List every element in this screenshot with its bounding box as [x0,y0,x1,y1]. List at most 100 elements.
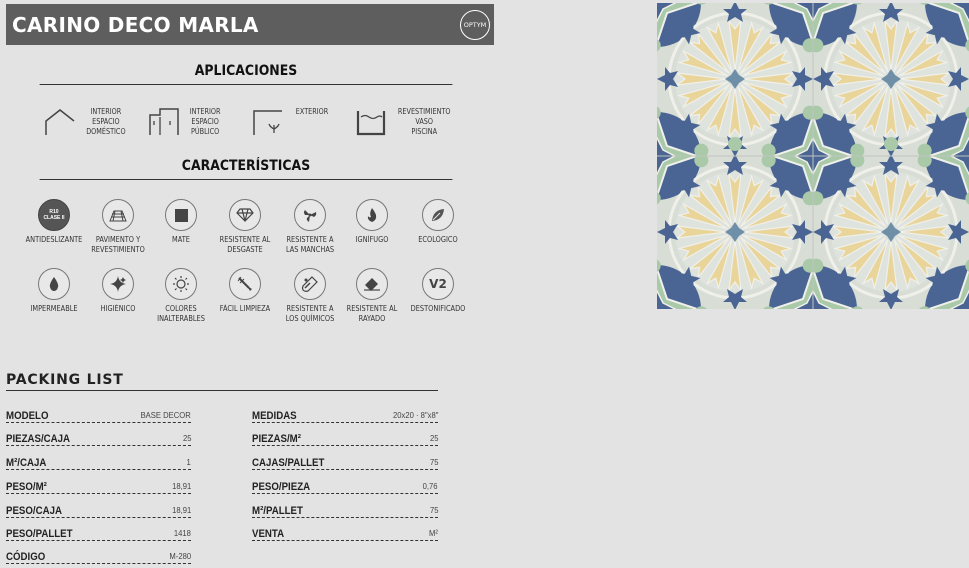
feature-manchas: RESISTENTE A LAS MANCHAS [277,199,343,254]
packing-row: M²/PALLET 75 [252,499,438,518]
packing-value: M-280 [169,551,191,561]
packing-key: VENTA [252,528,285,540]
packing-key: CÓDIGO [6,551,46,563]
feature-quimicos: RESISTENTE A LOS QUÍMICOS [277,268,343,323]
feature-label: FÁCIL LIMPIEZA [219,304,271,313]
feature-label: RESISTENTE AL DESGASTE [219,235,271,254]
feature-ecologico: ECOLÓGICO [405,199,471,245]
feature-label: HIGIÉNICO [100,304,136,313]
building-icon [149,108,179,135]
packing-value: BASE DECOR [140,410,191,420]
feature-antideslizante: R10 CLASE II ANTIDESLIZANTE [21,199,87,245]
packing-row: PESO/PALLET 1418 [6,522,191,541]
app-label: INTERIOR ESPACIO DOMÉSTICO [86,107,126,136]
packing-key: PESO/M² [6,481,47,493]
chemical-icon [294,268,326,300]
pool-icon [356,111,386,136]
packing-row: MODELO BASE DECOR [6,404,191,423]
feature-destonificado: V2 DESTONIFICADO [405,268,471,314]
packing-row: CAJAS/PALLET 75 [252,451,438,470]
app-item-interior-publico: INTERIOR ESPACIO PÚBLICO [148,107,222,137]
packing-row: PIEZAS/M² 25 [252,427,438,446]
packing-list-title: PACKING LIST [6,372,438,391]
packing-value: M² [429,528,438,538]
packing-row: PESO/M² 18,91 [6,475,191,494]
app-label: INTERIOR ESPACIO PÚBLICO [189,107,221,136]
exterior-plant-icon [253,110,282,135]
feature-mate: MATE [148,199,214,245]
feature-colores: COLORES INALTERABLES [148,268,214,323]
packing-value: 1 [186,457,191,467]
packing-row: MEDIDAS 20x20 · 8"x8" [252,404,438,423]
sun-icon [165,268,197,300]
feature-higienico: HIGIÉNICO [85,268,151,314]
packing-key: CAJAS/PALLET [252,457,325,469]
packing-row: PESO/CAJA 18,91 [6,499,191,518]
app-item-interior-domestico: INTERIOR ESPACIO DOMÉSTICO [44,107,128,137]
packing-row: PESO/PIEZA 0,76 [252,475,438,494]
packing-key: PIEZAS/CAJA [6,433,71,445]
packing-value: 75 [429,505,438,515]
matte-square-icon [165,199,197,231]
packing-value: 25 [182,433,191,443]
packing-key: PESO/PALLET [6,528,73,540]
app-label: REVESTIMIENTO VASO PISCINA [397,107,451,136]
packing-key: PESO/CAJA [6,505,62,517]
floor-wall-icon [102,199,134,231]
app-item-piscina: REVESTIMIENTO VASO PISCINA [355,107,453,137]
packing-key: PESO/PIEZA [252,481,311,493]
feature-label: RESISTENTE AL RAYADO [346,304,398,323]
sparkle-icon [102,268,134,300]
flame-icon [356,199,388,231]
packing-value: 0,76 [423,481,438,491]
packing-value: 20x20 · 8"x8" [392,410,438,420]
feature-desgaste: RESISTENTE AL DESGASTE [212,199,278,254]
feature-label: IMPERMEABLE [30,304,78,313]
packing-row: VENTA M² [252,522,438,541]
product-title-bar: CARINO DECO MARLA OPTYM [6,4,494,45]
packing-key: M²/PALLET [252,505,303,517]
packing-value: 75 [429,457,438,467]
tile-pattern-image [657,3,969,309]
packing-value: 18,91 [171,505,191,515]
packing-row: CÓDIGO M-280 [6,545,191,564]
optym-badge: OPTYM [460,10,490,40]
leaf-icon [422,199,454,231]
feature-label: COLORES INALTERABLES [157,304,205,323]
feature-label: DESTONIFICADO [410,304,466,313]
feature-label: ANTIDESLIZANTE [25,235,83,244]
diamond-icon [229,199,261,231]
packing-value: 1418 [173,528,191,538]
packing-key: PIEZAS/M² [252,433,301,445]
packing-key: M²/CAJA [6,457,47,469]
water-drop-icon [38,268,70,300]
feature-ignifugo: IGNÍFUGO [339,199,405,245]
v2-icon: V2 [422,268,454,300]
packing-row: PIEZAS/CAJA 25 [6,427,191,446]
feature-pavimento: PAVIMENTO Y REVESTIMIENTO [85,199,151,254]
product-title: CARINO DECO MARLA [12,13,259,37]
feature-label: RESISTENTE A LOS QUÍMICOS [285,304,335,323]
packing-key: MEDIDAS [252,410,297,422]
feature-label: PAVIMENTO Y REVESTIMIENTO [91,235,145,254]
packing-row: M²/CAJA 1 [6,451,191,470]
aplicaciones-heading: APLICACIONES [39,63,453,85]
feature-label: MATE [172,235,190,244]
packing-value: 25 [429,433,438,443]
feature-label: RESISTENTE A LAS MANCHAS [285,235,335,254]
anti-slip-icon: R10 CLASE II [38,199,70,231]
packing-key: MODELO [6,410,49,422]
app-item-exterior: EXTERIOR [252,107,330,137]
feature-label: ECOLÓGICO [418,235,458,244]
stain-icon [294,199,326,231]
feature-label: IGNÍFUGO [355,235,389,244]
packing-value: 18,91 [171,481,191,491]
feature-rayado: RESISTENTE AL RAYADO [339,268,405,323]
house-icon [45,109,75,135]
feature-impermeable: IMPERMEABLE [21,268,87,314]
scratch-icon [356,268,388,300]
caracteristicas-heading: CARACTERÍSTICAS [39,158,453,180]
feature-limpieza: FÁCIL LIMPIEZA [212,268,278,314]
app-label: EXTERIOR [295,107,329,116]
cleaning-icon [229,268,261,300]
